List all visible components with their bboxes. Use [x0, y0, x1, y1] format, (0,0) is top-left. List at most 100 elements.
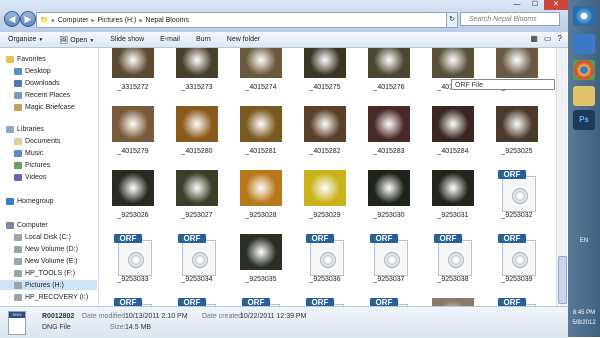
nav-pictures[interactable]: Pictures	[14, 160, 50, 170]
nav-favorites[interactable]: Favorites	[6, 54, 46, 64]
file-item[interactable]: _3315273	[171, 48, 223, 94]
recent-places-icon	[14, 91, 22, 99]
new-folder-button[interactable]: New folder	[219, 36, 268, 43]
back-button[interactable]: ◀	[4, 11, 20, 27]
orf-file-icon: ORF	[240, 298, 282, 306]
nav-pictures-h[interactable]: Pictures (H:)	[0, 280, 97, 290]
help-icon[interactable]: ?	[558, 34, 562, 43]
file-item[interactable]: _4015274	[235, 48, 287, 94]
file-item[interactable]: ORF	[299, 290, 351, 306]
nav-downloads[interactable]: Downloads	[14, 78, 60, 88]
nav-music[interactable]: Music	[14, 148, 43, 158]
nav-label: Videos	[25, 173, 47, 181]
nav-computer[interactable]: Computer	[6, 220, 48, 230]
file-item[interactable]: ORF _9253039	[491, 226, 543, 286]
burn-button[interactable]: Burn	[188, 36, 219, 43]
file-item[interactable]: _4015275	[299, 48, 351, 94]
photoshop-icon[interactable]: Ps	[573, 110, 595, 130]
file-item[interactable]: _9253025	[491, 98, 543, 158]
orf-file-icon: ORF	[496, 170, 538, 212]
vertical-scrollbar[interactable]	[556, 48, 567, 306]
file-item[interactable]: _9253027	[171, 162, 223, 222]
organize-button[interactable]: Organize ▼	[0, 36, 51, 43]
libraries-icon	[6, 125, 14, 133]
breadcrumb-pictures[interactable]: Pictures (H:)	[94, 17, 139, 24]
file-item[interactable]: ORF	[491, 290, 543, 306]
detail-size-label: Size:	[110, 324, 126, 331]
file-name: _9253028	[245, 212, 277, 219]
search-input[interactable]: Search Nepal Blooms	[460, 12, 560, 26]
nav-videos[interactable]: Videos	[14, 172, 46, 182]
file-item[interactable]: _3315272	[107, 48, 159, 94]
language-indicator[interactable]: EN	[568, 238, 600, 244]
file-item[interactable]: ORF _9253037	[363, 226, 415, 286]
file-item[interactable]: _4015282	[299, 98, 351, 158]
close-button[interactable]: ✕	[544, 0, 568, 10]
file-explorer-icon[interactable]	[573, 86, 595, 106]
file-item[interactable]: _4015279	[107, 98, 159, 158]
nav-libraries[interactable]: Libraries	[6, 124, 44, 134]
file-name: _4015283	[373, 148, 405, 155]
minimize-button[interactable]: —	[508, 0, 526, 10]
file-item[interactable]: ORF _9253038	[427, 226, 479, 286]
view-options-icon[interactable]: ▦	[530, 34, 538, 43]
file-item[interactable]: _9253031	[427, 162, 479, 222]
file-item[interactable]: _4015284	[427, 98, 479, 158]
refresh-button[interactable]: ↻	[446, 12, 458, 28]
orf-file-icon: ORF	[176, 298, 218, 306]
file-item[interactable]: _9253028	[235, 162, 287, 222]
internet-explorer-icon[interactable]	[573, 34, 595, 54]
slideshow-button[interactable]: Slide show	[102, 36, 152, 43]
nav-hp-recovery[interactable]: HP_RECOVERY (I:)	[14, 292, 88, 302]
file-item[interactable]: ORF _9253036	[299, 226, 351, 286]
nav-label: Music	[25, 149, 44, 157]
open-button[interactable]: 🖼 Open ▼	[51, 36, 102, 44]
drive-icon	[14, 281, 22, 289]
file-item[interactable]: ORF _9253033	[107, 226, 159, 286]
file-item[interactable]: ORF	[107, 290, 159, 306]
file-item[interactable]	[427, 290, 479, 306]
file-item[interactable]: _9253026	[107, 162, 159, 222]
file-item[interactable]: _4015283	[363, 98, 415, 158]
orf-badge: ORF	[498, 170, 526, 179]
file-item[interactable]: ORF _9253034	[171, 226, 223, 286]
nav-local-disk-c[interactable]: Local Disk (C:)	[14, 232, 71, 242]
nav-documents[interactable]: Documents	[14, 136, 60, 146]
file-item[interactable]: _4015280	[171, 98, 223, 158]
file-item[interactable]: _4015276	[363, 48, 415, 94]
nav-homegroup[interactable]: Homegroup	[6, 196, 54, 206]
nav-volume-d[interactable]: New Volume (D:)	[14, 244, 78, 254]
file-name: _9253027	[181, 212, 213, 219]
file-item[interactable]: ORF	[171, 290, 223, 306]
address-bar[interactable]: 📁 ▸ Computer ▸ Pictures (H:) ▸ Nepal Blo…	[36, 12, 448, 28]
nav-recent-places[interactable]: Recent Places	[14, 90, 70, 100]
maximize-button[interactable]: ☐	[526, 0, 544, 10]
nav-desktop[interactable]: Desktop	[14, 66, 51, 76]
disc-icon	[512, 252, 528, 268]
photo-thumbnail	[432, 106, 474, 142]
preview-pane-icon[interactable]: ▭	[544, 34, 552, 43]
photo-thumbnail	[432, 170, 474, 206]
breadcrumb-computer[interactable]: Computer	[55, 17, 92, 24]
nav-label: HP_RECOVERY (I:)	[25, 293, 89, 301]
file-item[interactable]: _9253035	[235, 226, 287, 286]
scrollbar-thumb[interactable]	[558, 256, 567, 304]
nav-hp-tools[interactable]: HP_TOOLS (F:)	[14, 268, 75, 278]
chrome-icon[interactable]	[573, 60, 595, 80]
start-orb-icon[interactable]	[573, 6, 595, 26]
clock-date[interactable]: 5/8/2012	[568, 320, 600, 326]
file-item[interactable]: ORF	[235, 290, 287, 306]
breadcrumb-nepal-blooms[interactable]: Nepal Blooms	[142, 17, 192, 24]
file-item[interactable]: _9253030	[363, 162, 415, 222]
file-item[interactable]: _4015281	[235, 98, 287, 158]
file-item[interactable]: ORF _9253032	[491, 162, 543, 222]
forward-button[interactable]: ▶	[20, 11, 36, 27]
chevron-down-icon: ▼	[89, 37, 95, 44]
chevron-down-icon: ▼	[38, 37, 44, 43]
file-item[interactable]: ORF	[363, 290, 415, 306]
file-item[interactable]: _9253029	[299, 162, 351, 222]
nav-volume-e[interactable]: New Volume (E:)	[14, 256, 78, 266]
email-button[interactable]: E-mail	[152, 36, 188, 43]
nav-magic-briefcase[interactable]: Magic Briefcase	[14, 102, 75, 112]
clock-time[interactable]: 8:45 PM	[568, 310, 600, 316]
